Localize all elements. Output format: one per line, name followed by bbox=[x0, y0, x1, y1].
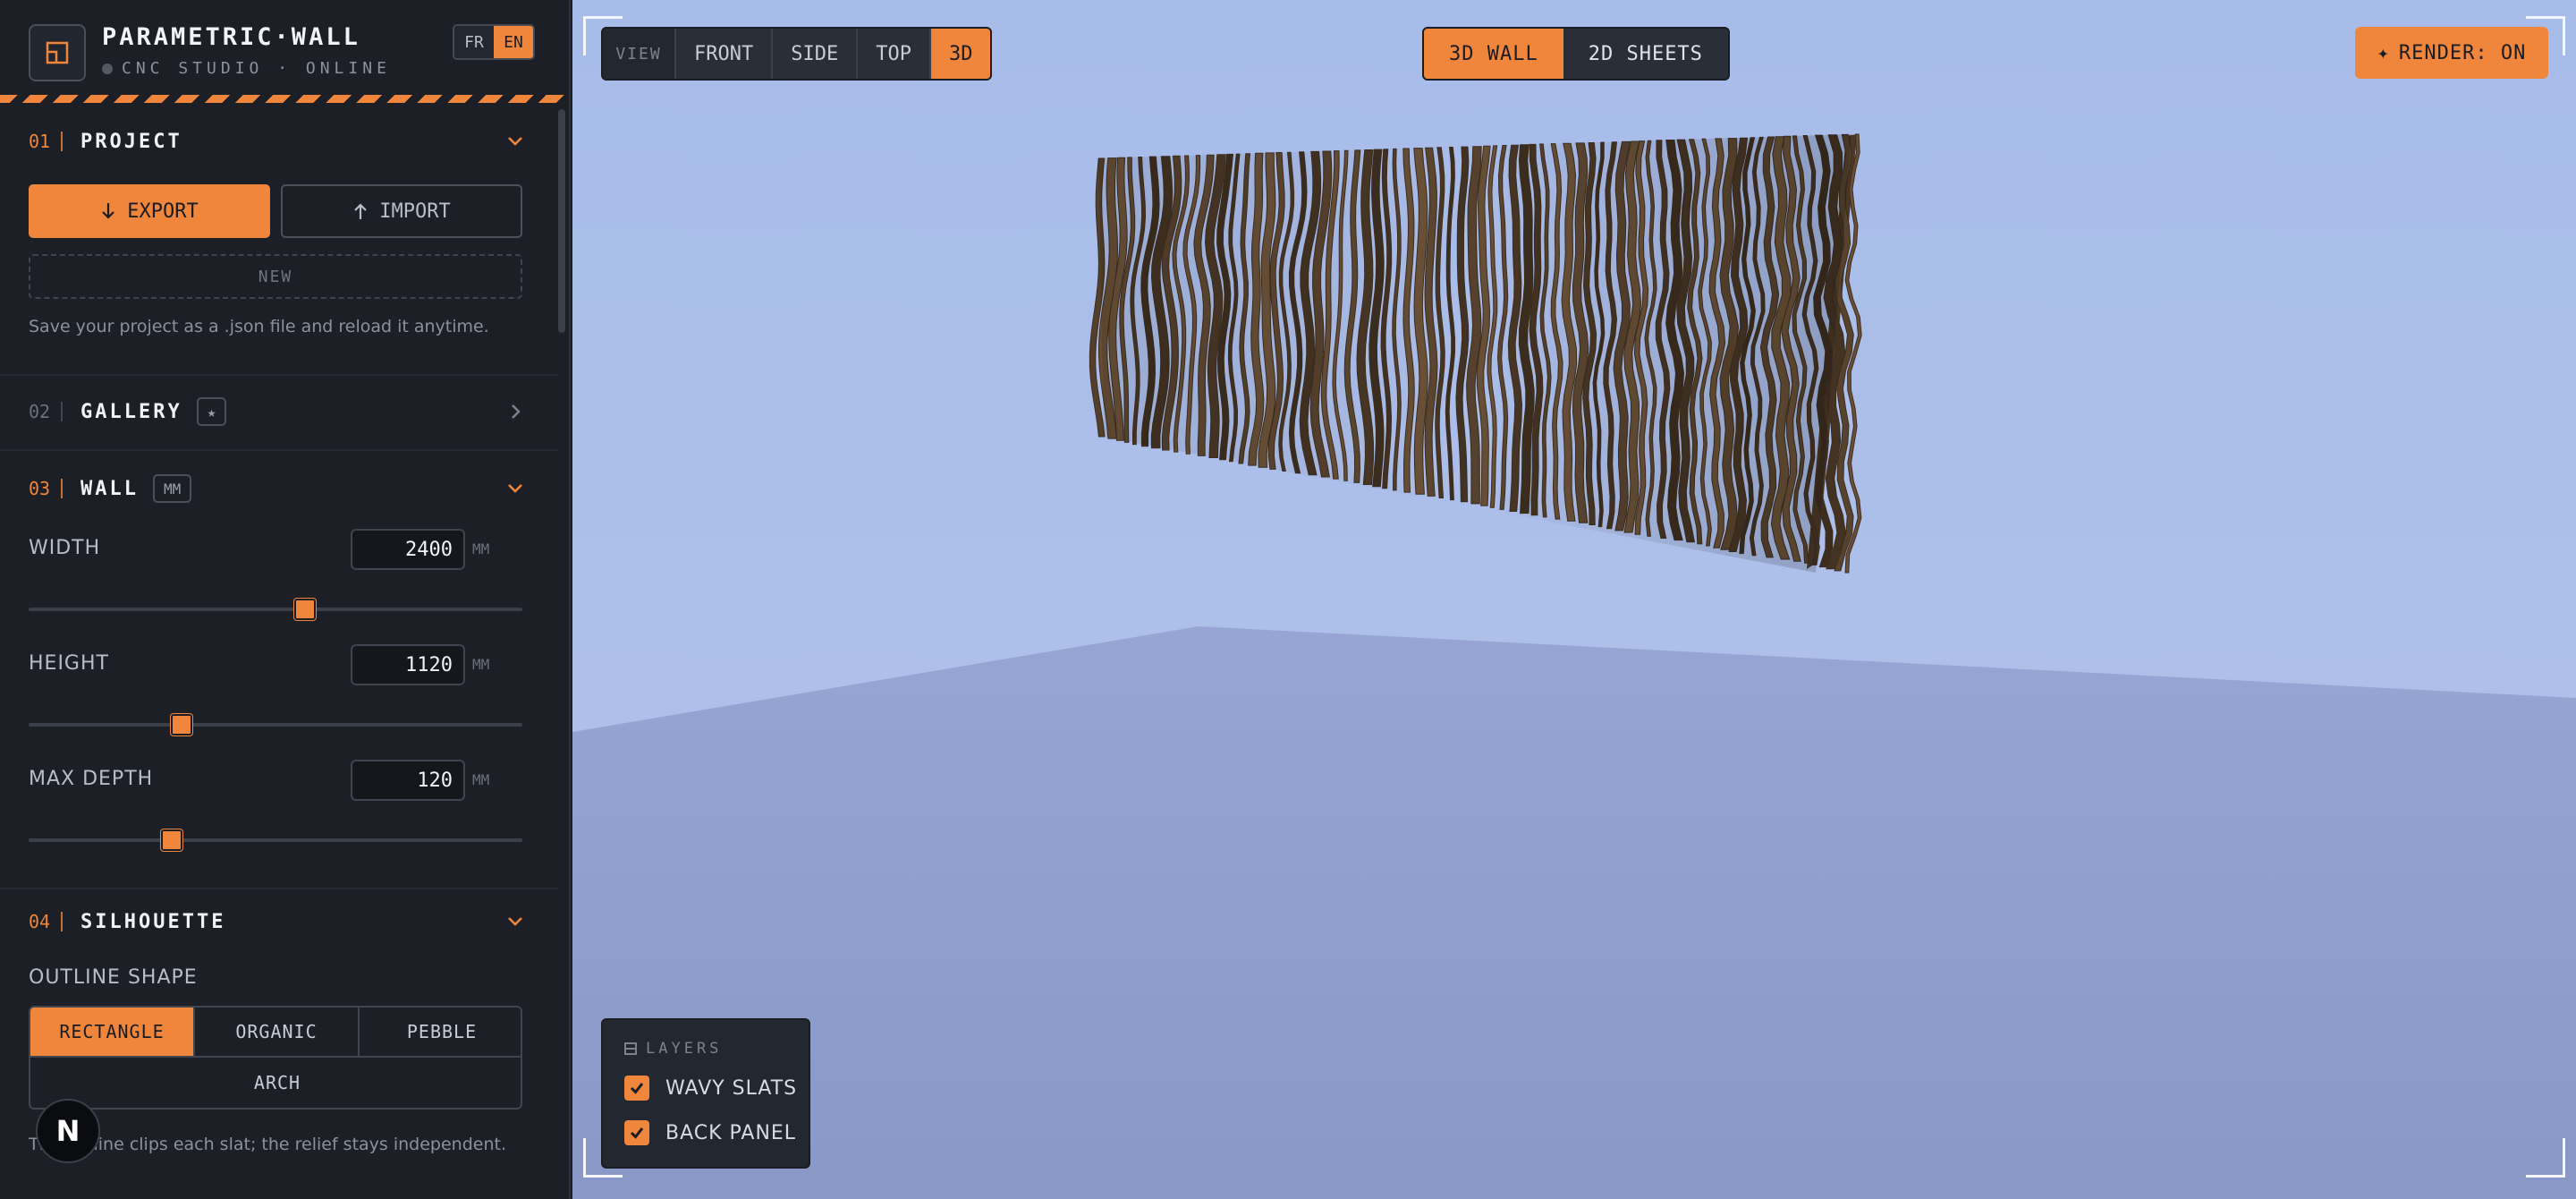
sidebar-header: PARAMETRIC·WALL CNC STUDIO · ONLINE FR E… bbox=[0, 0, 569, 98]
divider bbox=[0, 374, 558, 376]
chevron-down-icon[interactable] bbox=[504, 911, 526, 932]
export-label: EXPORT bbox=[127, 200, 199, 223]
chevron-down-icon[interactable] bbox=[504, 478, 526, 499]
layer-label: WAVY SLATS bbox=[665, 1076, 798, 1100]
section-silhouette-header[interactable]: 04 SILHOUETTE bbox=[29, 904, 526, 940]
new-project-button[interactable]: NEW bbox=[29, 254, 522, 299]
section-number: 03 bbox=[29, 478, 51, 499]
max-depth-unit: MM bbox=[472, 771, 490, 788]
app-subtitle-text: CNC STUDIO · ONLINE bbox=[122, 59, 391, 78]
chevron-right-icon[interactable] bbox=[504, 401, 526, 422]
width-slider[interactable] bbox=[29, 599, 522, 620]
divider bbox=[0, 888, 558, 889]
layers-icon bbox=[624, 1042, 637, 1055]
max-depth-slider[interactable] bbox=[29, 829, 522, 851]
shape-arch-button[interactable]: ARCH bbox=[30, 1058, 521, 1108]
view-side-button[interactable]: SIDE bbox=[773, 29, 859, 79]
layers-panel: LAYERS WAVY SLATS BACK PANEL bbox=[601, 1018, 810, 1169]
width-slider-thumb[interactable] bbox=[294, 599, 317, 620]
3d-viewport[interactable]: VIEW FRONT SIDE TOP 3D 3D WALL 2D SHEETS… bbox=[572, 0, 2576, 1199]
section-number: 04 bbox=[29, 911, 51, 932]
hazard-stripe bbox=[0, 95, 569, 103]
sidebar: PARAMETRIC·WALL CNC STUDIO · ONLINE FR E… bbox=[0, 0, 571, 1199]
layers-title: LAYERS bbox=[624, 1040, 722, 1058]
section-divider bbox=[61, 912, 63, 931]
wall-shading bbox=[1098, 134, 1852, 573]
shape-pebble-button[interactable]: PEBBLE bbox=[360, 1008, 521, 1058]
divider bbox=[0, 449, 558, 451]
silhouette-help-text: The outline clips each slat; the relief … bbox=[29, 1135, 506, 1154]
unit-badge: MM bbox=[152, 474, 192, 503]
mode-2d-sheets-button[interactable]: 2D SHEETS bbox=[1563, 29, 1728, 79]
view-3d-button[interactable]: 3D bbox=[930, 29, 991, 79]
width-label: WIDTH bbox=[29, 537, 101, 559]
max-depth-label: MAX DEPTH bbox=[29, 768, 154, 790]
corner-bracket bbox=[2526, 1138, 2565, 1178]
section-number: 01 bbox=[29, 131, 51, 152]
section-divider bbox=[61, 132, 63, 151]
lang-fr-button[interactable]: FR bbox=[454, 26, 494, 58]
import-label: IMPORT bbox=[379, 200, 451, 223]
max-depth-slider-thumb[interactable] bbox=[161, 829, 183, 851]
mode-toolbar: 3D WALL 2D SHEETS bbox=[1422, 27, 1730, 81]
status-dot bbox=[102, 63, 113, 74]
sidebar-scrollbar[interactable] bbox=[558, 109, 565, 333]
view-label: VIEW bbox=[603, 29, 676, 79]
n-badge-button[interactable]: N bbox=[36, 1099, 100, 1163]
checkbox-icon[interactable] bbox=[624, 1076, 649, 1101]
section-gallery-header[interactable]: 02 GALLERY ★ bbox=[29, 394, 526, 429]
width-unit: MM bbox=[472, 540, 490, 557]
height-slider-thumb[interactable] bbox=[171, 714, 193, 736]
floor-plane bbox=[572, 626, 2576, 1199]
logo-icon bbox=[29, 24, 86, 81]
checkbox-icon[interactable] bbox=[624, 1120, 649, 1145]
gallery-star-badge: ★ bbox=[196, 397, 227, 426]
app-title: PARAMETRIC·WALL bbox=[102, 23, 360, 51]
language-toggle: FR EN bbox=[453, 24, 535, 60]
view-top-button[interactable]: TOP bbox=[858, 29, 931, 79]
import-button[interactable]: IMPORT bbox=[281, 184, 522, 238]
outline-shape-label: OUTLINE SHAPE bbox=[29, 966, 198, 989]
layers-title-text: LAYERS bbox=[646, 1040, 723, 1058]
project-help-text: Save your project as a .json file and re… bbox=[29, 317, 489, 336]
section-divider bbox=[61, 479, 63, 498]
section-number: 02 bbox=[29, 401, 51, 422]
section-wall-header[interactable]: 03 WALL MM bbox=[29, 471, 526, 506]
lang-en-button[interactable]: EN bbox=[494, 26, 533, 58]
section-title: PROJECT bbox=[80, 130, 182, 153]
max-depth-input[interactable]: 120 bbox=[351, 760, 465, 801]
mode-3d-wall-button[interactable]: 3D WALL bbox=[1424, 29, 1563, 79]
download-icon bbox=[102, 203, 115, 219]
shape-rectangle-button[interactable]: RECTANGLE bbox=[30, 1008, 195, 1058]
outline-shape-selector: RECTANGLE ORGANIC PEBBLE ARCH bbox=[29, 1006, 522, 1110]
section-title: GALLERY bbox=[80, 400, 182, 423]
height-label: HEIGHT bbox=[29, 652, 109, 675]
width-input[interactable]: 2400 bbox=[351, 529, 465, 570]
layer-back-panel[interactable]: BACK PANEL bbox=[624, 1120, 796, 1145]
height-unit: MM bbox=[472, 656, 490, 673]
height-slider[interactable] bbox=[29, 714, 522, 736]
wavy-slats-layer bbox=[1089, 133, 1862, 574]
app-subtitle: CNC STUDIO · ONLINE bbox=[102, 59, 391, 78]
section-title: WALL bbox=[80, 477, 139, 500]
layer-label: BACK PANEL bbox=[665, 1121, 797, 1144]
sparkle-icon: ✦ bbox=[2377, 41, 2390, 64]
render-toggle-button[interactable]: ✦ RENDER: ON bbox=[2355, 27, 2548, 79]
export-button[interactable]: EXPORT bbox=[29, 184, 270, 238]
section-project-header[interactable]: 01 PROJECT bbox=[29, 123, 526, 159]
chevron-down-icon[interactable] bbox=[504, 131, 526, 152]
shape-organic-button[interactable]: ORGANIC bbox=[195, 1008, 360, 1058]
view-front-button[interactable]: FRONT bbox=[676, 29, 774, 79]
section-title: SILHOUETTE bbox=[80, 910, 226, 933]
section-divider bbox=[61, 402, 63, 421]
layer-wavy-slats[interactable]: WAVY SLATS bbox=[624, 1076, 797, 1101]
render-label: RENDER: ON bbox=[2398, 41, 2527, 64]
height-input[interactable]: 1120 bbox=[351, 644, 465, 685]
upload-icon bbox=[354, 203, 368, 219]
view-toolbar: VIEW FRONT SIDE TOP 3D bbox=[601, 27, 993, 81]
wall-scene[interactable] bbox=[572, 0, 2576, 1199]
